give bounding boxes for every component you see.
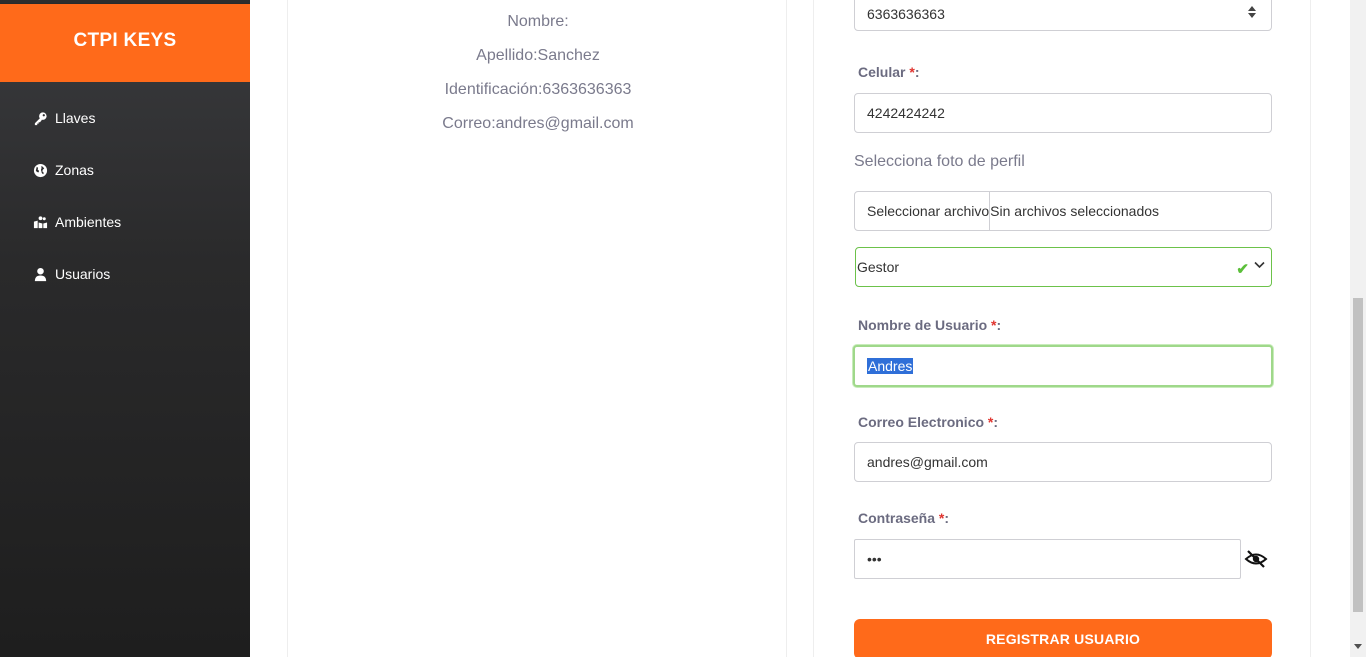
file-select-button[interactable]: Seleccionar archivo: [867, 192, 991, 230]
correo-value: andres@gmail.com: [867, 454, 988, 470]
correo-input[interactable]: andres@gmail.com: [854, 442, 1272, 482]
spinner-icon[interactable]: [1247, 4, 1257, 20]
user-preview-card: Nombre: Apellido:Sanchez Identificación:…: [287, 0, 787, 657]
sidebar-item-ambientes[interactable]: Ambientes: [0, 196, 250, 248]
sidebar-item-label: Zonas: [55, 162, 94, 178]
preview-nombre: Nombre:: [507, 13, 569, 30]
globe-icon: [32, 162, 48, 178]
preview-apellido: Apellido:Sanchez: [476, 47, 600, 64]
sidebar: CTPI KEYS Llaves Zonas Ambientes Usuario…: [0, 0, 250, 657]
celular-value: 4242424242: [867, 105, 945, 121]
rol-select[interactable]: Gestor ✔: [855, 247, 1272, 287]
brand-title: CTPI KEYS: [73, 30, 177, 51]
sidebar-item-llaves[interactable]: Llaves: [0, 92, 250, 144]
user-icon: [32, 266, 48, 282]
eye-slash-icon[interactable]: [1244, 549, 1268, 569]
map-people-icon: [32, 214, 48, 230]
register-form-card: 6363636363 Celular *: 4242424242 Selecci…: [813, 0, 1311, 657]
password-input[interactable]: •••: [854, 539, 1241, 579]
usuario-input[interactable]: Andres: [853, 345, 1273, 387]
password-label: Contraseña *:: [858, 510, 950, 526]
sidebar-item-zonas[interactable]: Zonas: [0, 144, 250, 196]
celular-label: Celular *:: [858, 64, 920, 80]
foto-file-input[interactable]: Seleccionar archivo Sin archivos selecci…: [854, 191, 1272, 231]
key-icon: [32, 110, 48, 126]
chevron-down-icon: [1254, 261, 1265, 269]
sidebar-item-label: Usuarios: [55, 266, 111, 282]
usuario-label: Nombre de Usuario *:: [858, 317, 1002, 333]
preview-identificacion: Identificación:6363636363: [444, 81, 632, 98]
preview-correo: Correo:andres@gmail.com: [442, 115, 634, 132]
identificacion-input[interactable]: 6363636363: [854, 0, 1272, 31]
valid-check-icon: ✔: [1236, 261, 1249, 278]
page-scrollbar[interactable]: [1350, 0, 1366, 657]
brand-header: CTPI KEYS: [0, 3, 250, 82]
correo-label: Correo Electronico *:: [858, 414, 999, 430]
sidebar-item-usuarios[interactable]: Usuarios: [0, 248, 250, 300]
scroll-down-arrow-icon[interactable]: [1354, 644, 1362, 649]
main-content: Nombre: Apellido:Sanchez Identificación:…: [250, 0, 1350, 657]
sidebar-item-label: Ambientes: [55, 214, 122, 230]
foto-label: Selecciona foto de perfil: [854, 153, 1025, 170]
scrollbar-thumb[interactable]: [1353, 298, 1363, 612]
sidebar-item-label: Llaves: [55, 110, 96, 126]
identificacion-value: 6363636363: [867, 6, 945, 22]
register-user-button[interactable]: REGISTRAR USUARIO: [854, 619, 1272, 657]
usuario-value: Andres: [867, 358, 914, 374]
file-status: Sin archivos seleccionados: [990, 203, 1160, 219]
rol-value: Gestor: [857, 259, 900, 275]
sidebar-nav: Llaves Zonas Ambientes Usuarios: [0, 92, 250, 300]
password-value: •••: [867, 551, 882, 567]
celular-input[interactable]: 4242424242: [854, 93, 1272, 133]
